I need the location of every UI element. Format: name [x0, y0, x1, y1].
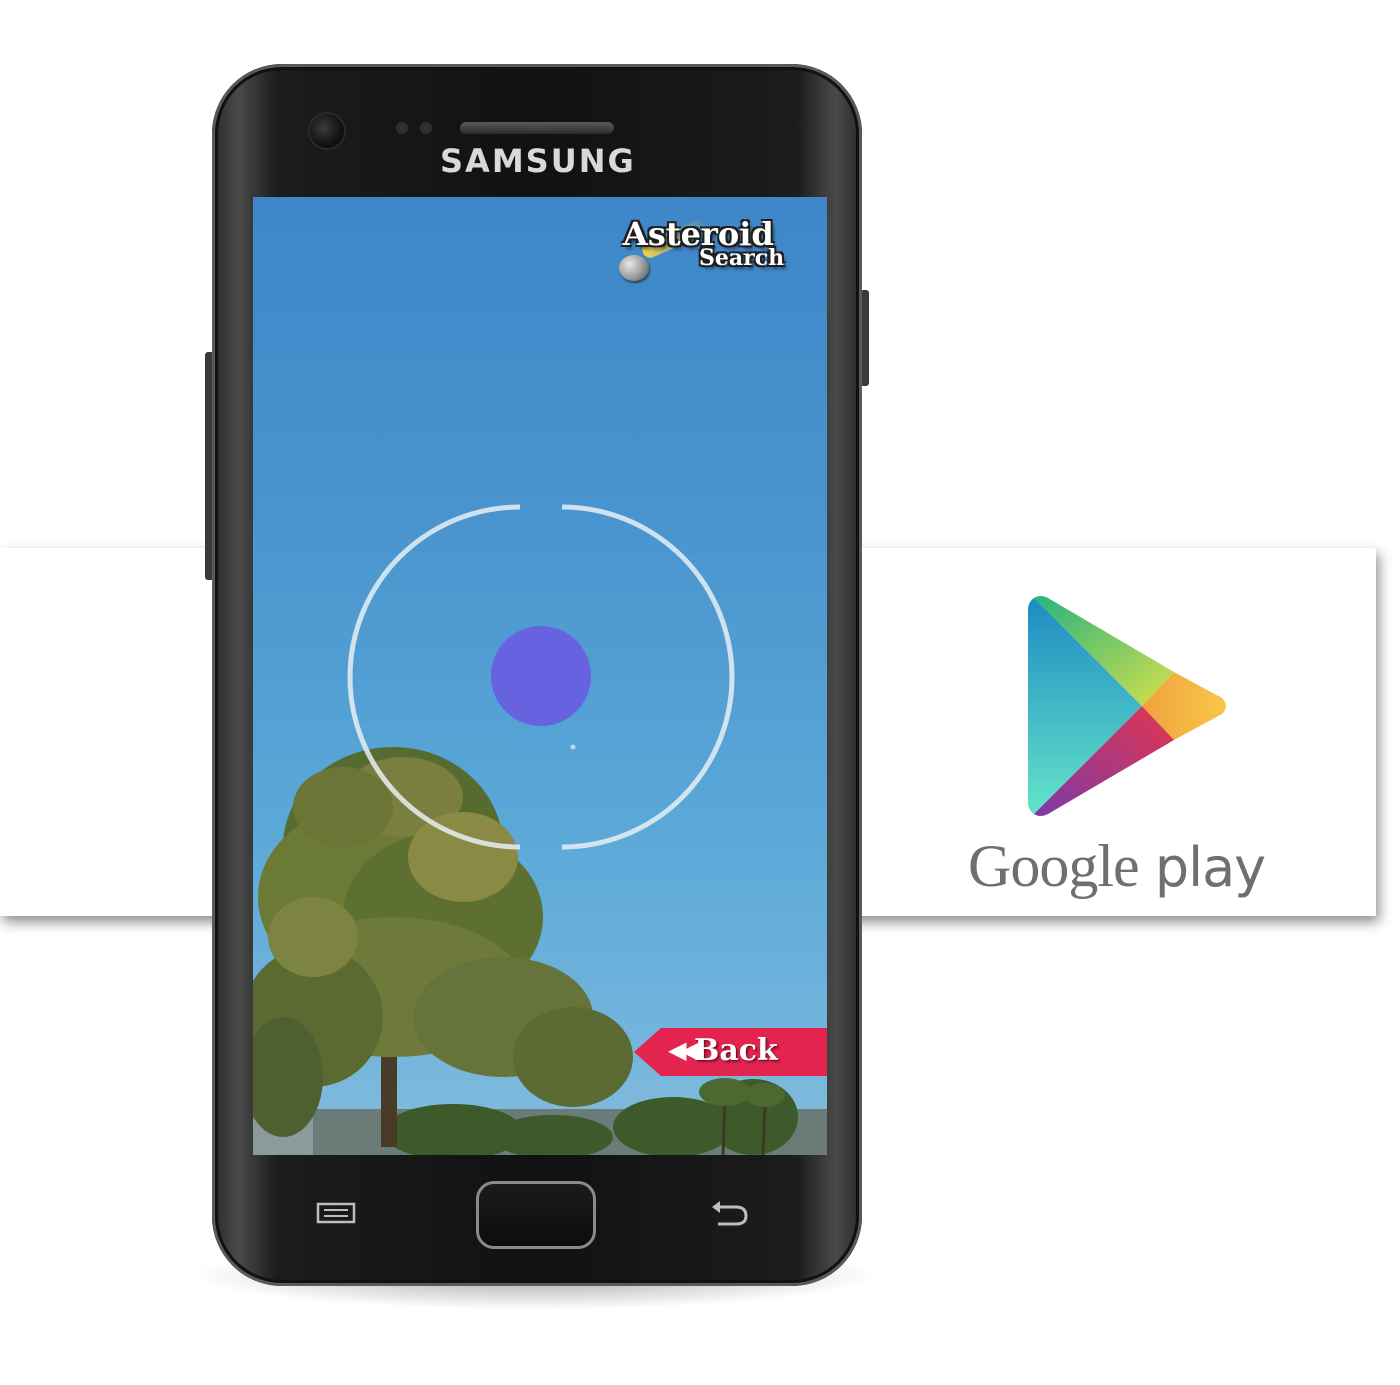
back-button[interactable]: ◀◀ Back [634, 1028, 827, 1076]
asteroid-search-logo: Asteroid Search [615, 215, 819, 293]
asteroid-rock-icon [619, 255, 649, 281]
proximity-sensor-icon [396, 122, 408, 134]
play-wordmark: play [1154, 836, 1266, 899]
front-camera-icon [310, 114, 344, 148]
google-play-logo-icon [1028, 596, 1226, 816]
target-dot [491, 626, 591, 726]
home-button[interactable] [476, 1181, 596, 1249]
light-sensor-icon [420, 122, 432, 134]
app-screen: Asteroid Search ◀◀ Back [253, 197, 827, 1155]
sky-camera-view [253, 504, 827, 1155]
asteroid-speck [570, 744, 576, 750]
google-wordmark: Google [968, 833, 1140, 899]
earpiece-speaker [460, 122, 614, 134]
google-play-wordmark: Google play [968, 832, 1298, 901]
menu-icon[interactable] [316, 1202, 356, 1224]
double-chevron-left-icon: ◀◀ [668, 1036, 699, 1064]
logo-search-text: Search [699, 245, 785, 271]
back-button-label: Back [694, 1033, 778, 1068]
phone-brand-label: SAMSUNG [440, 142, 636, 180]
return-arrow-icon[interactable] [708, 1198, 750, 1228]
